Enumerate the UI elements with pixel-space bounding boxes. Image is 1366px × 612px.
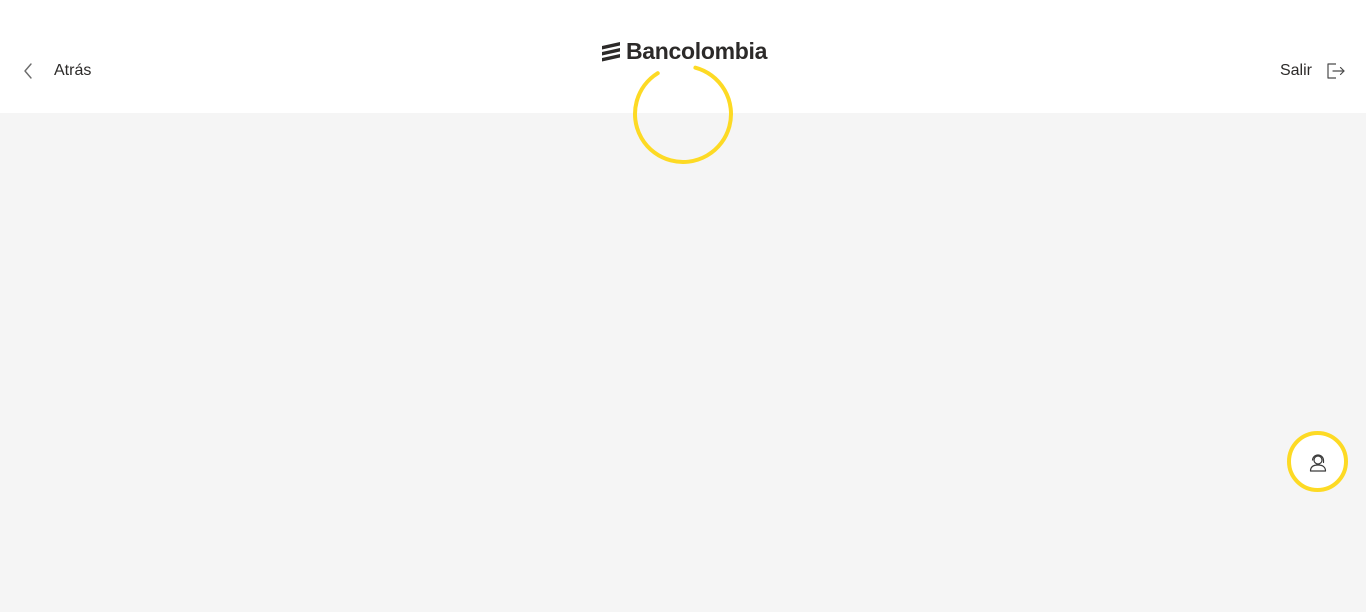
advisor-headset-icon [1309, 453, 1326, 472]
page: Atrás Bancolombia Salir [0, 0, 1366, 612]
exit-label: Salir [1279, 62, 1312, 79]
back-label: Atrás [54, 62, 92, 79]
exit-button[interactable]: Salir [1280, 59, 1346, 83]
bancolombia-logo-icon [600, 40, 622, 62]
brand-name: Bancolombia [626, 37, 768, 64]
chevron-left-icon [22, 62, 36, 80]
back-button[interactable]: Atrás [22, 59, 91, 83]
logout-icon [1326, 62, 1346, 80]
loading-spinner [632, 63, 734, 165]
help-chat-button[interactable] [1287, 431, 1348, 492]
bancolombia-logo: Bancolombia [600, 36, 767, 66]
